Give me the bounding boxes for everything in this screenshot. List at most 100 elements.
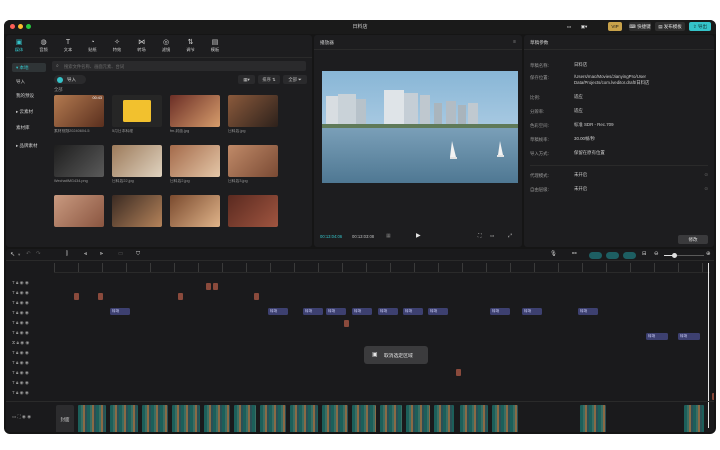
eye-icon[interactable]: ◉ bbox=[20, 300, 24, 305]
eye-icon[interactable]: ◉ bbox=[20, 370, 24, 375]
track-header[interactable]: T 🔒︎ ◉ ◉ bbox=[12, 380, 52, 388]
effect-clip[interactable]: 转场 bbox=[268, 308, 288, 315]
text-clip[interactable] bbox=[344, 320, 349, 327]
lock-icon[interactable]: 🔒︎ bbox=[16, 320, 18, 325]
chevron-down-icon[interactable]: ▾ bbox=[18, 252, 20, 258]
audio-icon[interactable]: ◉ bbox=[25, 290, 29, 295]
media-thumbnail[interactable] bbox=[112, 145, 162, 177]
video-clip[interactable] bbox=[110, 405, 138, 432]
media-thumbnail[interactable] bbox=[54, 145, 104, 177]
delete-icon[interactable]: ▭ bbox=[118, 251, 123, 257]
video-clip[interactable] bbox=[406, 405, 430, 432]
lock-icon[interactable]: 🔒︎ bbox=[16, 390, 18, 395]
video-clip[interactable] bbox=[684, 405, 704, 432]
eye-icon[interactable]: ◉ bbox=[20, 320, 24, 325]
link-icon[interactable]: ⚯ bbox=[572, 251, 577, 257]
track-header[interactable]: T 🔒︎ ◉ ◉ bbox=[12, 280, 52, 288]
effect-clip[interactable]: 转场 bbox=[303, 308, 323, 315]
video-clip[interactable] bbox=[434, 405, 454, 432]
track-header[interactable]: T 🔒︎ ◉ ◉ bbox=[12, 330, 52, 338]
menu-icon[interactable]: ≡ bbox=[513, 39, 516, 45]
eye-icon[interactable]: ◉ bbox=[20, 390, 24, 395]
effect-clip[interactable]: 转场 bbox=[490, 308, 510, 315]
effect-clip[interactable]: 转场 bbox=[378, 308, 398, 315]
cursor-icon[interactable]: ↖ bbox=[10, 251, 15, 258]
tab-4[interactable]: ✧ 特效 bbox=[106, 38, 128, 53]
lock-icon[interactable]: 🔒︎ bbox=[16, 380, 18, 385]
sort-button[interactable]: 排序 ⇅ bbox=[258, 75, 280, 84]
tab-3[interactable]: ◔ 贴纸 bbox=[82, 38, 104, 53]
audio-icon[interactable]: ◉ bbox=[25, 370, 29, 375]
grid-icon[interactable]: ▦ bbox=[386, 233, 391, 239]
eye-icon[interactable]: ◉ bbox=[20, 290, 24, 295]
info-icon[interactable]: ⊙ bbox=[704, 172, 708, 178]
video-clip[interactable] bbox=[492, 405, 518, 432]
video-clip[interactable] bbox=[352, 405, 376, 432]
video-preview[interactable] bbox=[322, 71, 518, 183]
search-field[interactable]: ⌕ 搜索文件名称、画面元素、台词 bbox=[52, 61, 306, 71]
track-header[interactable]: T 🔒︎ ◉ ◉ bbox=[12, 370, 52, 378]
effect-clip[interactable]: 转场 bbox=[110, 308, 130, 315]
video-clip[interactable] bbox=[380, 405, 402, 432]
main-track-controls[interactable]: ▭ ⛶ ◉ ◉ bbox=[12, 414, 31, 420]
media-thumbnail[interactable] bbox=[170, 95, 220, 127]
audio-icon[interactable]: ◉ bbox=[25, 350, 29, 355]
effect-clip[interactable]: 转场 bbox=[428, 308, 448, 315]
media-thumbnail[interactable] bbox=[54, 195, 104, 227]
effect-clip[interactable]: 转场 bbox=[646, 333, 668, 340]
sidebar-item-1[interactable]: 导入 bbox=[12, 77, 46, 86]
import-button[interactable]: 导入 bbox=[54, 75, 86, 84]
audio-icon[interactable]: ◉ bbox=[25, 360, 29, 365]
video-clip[interactable] bbox=[322, 405, 348, 432]
info-icon[interactable]: ⊙ bbox=[704, 186, 708, 192]
video-clip[interactable] bbox=[78, 405, 106, 432]
eye-icon[interactable]: ◉ bbox=[20, 340, 24, 345]
eye-icon[interactable]: ◉ bbox=[20, 380, 24, 385]
effect-clip[interactable]: 转场 bbox=[578, 308, 598, 315]
track-header[interactable]: T 🔒︎ ◉ ◉ bbox=[12, 390, 52, 398]
monitor-icon[interactable]: ▣▾ bbox=[577, 22, 591, 31]
fullscreen-icon[interactable]: ⤢ bbox=[508, 233, 512, 239]
tab-7[interactable]: ⇅ 调节 bbox=[180, 38, 202, 53]
eye-icon[interactable]: ◉ bbox=[20, 310, 24, 315]
tab-5[interactable]: ⋈ 转场 bbox=[131, 38, 153, 53]
media-thumbnail[interactable] bbox=[170, 195, 220, 227]
sidebar-item-0[interactable]: ▾ 本地 bbox=[12, 63, 46, 72]
lock-icon[interactable]: 🔒︎ bbox=[16, 310, 18, 315]
sidebar-item-4[interactable]: 素材库 bbox=[12, 123, 46, 132]
text-clip[interactable] bbox=[206, 283, 211, 290]
undo-icon[interactable]: ↶ bbox=[26, 251, 31, 257]
media-thumbnail[interactable] bbox=[228, 195, 278, 227]
split-left-icon[interactable]: ⫷ bbox=[84, 251, 87, 258]
effect-clip[interactable]: 转场 bbox=[403, 308, 423, 315]
filter-button[interactable]: 全部 ⏷ bbox=[283, 75, 307, 84]
media-thumbnail[interactable]: 00:43 bbox=[54, 95, 104, 127]
deselect-toast[interactable]: ▣ 取消选定区域 bbox=[364, 346, 428, 364]
time-ruler[interactable] bbox=[54, 263, 710, 273]
video-clip[interactable] bbox=[234, 405, 256, 432]
audio-icon[interactable]: ◉ bbox=[25, 340, 29, 345]
audio-icon[interactable]: ◉ bbox=[25, 390, 29, 395]
text-clip[interactable] bbox=[456, 369, 461, 376]
play-icon[interactable]: ▶ bbox=[416, 232, 421, 239]
effect-clip[interactable]: 转场 bbox=[352, 308, 372, 315]
sidebar-item-2[interactable]: 我的预设 bbox=[12, 91, 46, 100]
eye-icon[interactable]: ◉ bbox=[20, 330, 24, 335]
eye-icon[interactable]: ◉ bbox=[20, 350, 24, 355]
track-header[interactable]: T 🔒︎ ◉ ◉ bbox=[12, 290, 52, 298]
zoom-slider-handle[interactable] bbox=[672, 252, 677, 258]
track-header[interactable]: T 🔒︎ ◉ ◉ bbox=[12, 360, 52, 368]
text-clip[interactable] bbox=[74, 293, 79, 300]
playhead[interactable] bbox=[708, 263, 709, 428]
lock-icon[interactable]: 🔒︎ bbox=[16, 370, 18, 375]
tab-2[interactable]: T 文本 bbox=[57, 38, 79, 53]
video-clip[interactable] bbox=[580, 405, 606, 432]
lock-icon[interactable]: 🔒︎ bbox=[16, 330, 18, 335]
track-header[interactable]: T 🔒︎ ◉ ◉ bbox=[12, 300, 52, 308]
audio-icon[interactable]: ◉ bbox=[25, 300, 29, 305]
lock-icon[interactable]: 🔒︎ bbox=[16, 300, 18, 305]
redo-icon[interactable]: ↷ bbox=[36, 251, 41, 257]
publish-template-button[interactable]: ▤ 发布模板 bbox=[655, 22, 685, 31]
tab-1[interactable]: ◍ 音频 bbox=[33, 38, 55, 53]
lock-icon[interactable]: 🔒︎ bbox=[16, 280, 18, 285]
